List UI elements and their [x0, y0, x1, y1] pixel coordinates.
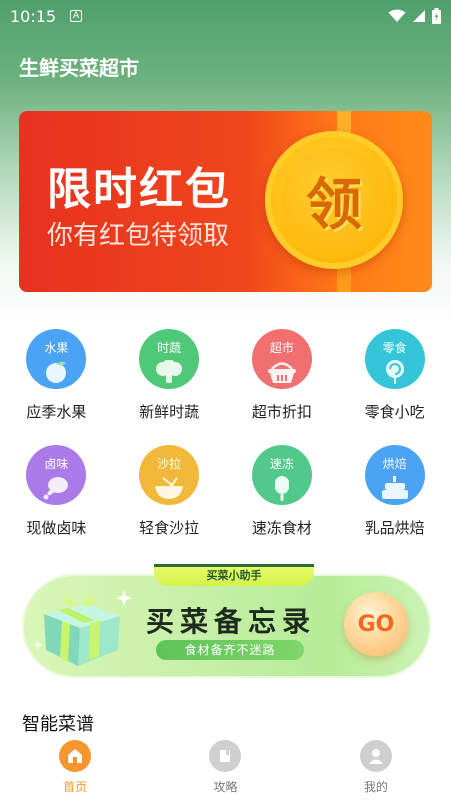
category-salad-badge: 沙拉: [139, 445, 200, 505]
notification-icon: A: [70, 10, 83, 22]
peach-icon: [46, 361, 67, 383]
gift-box-icon: [33, 590, 132, 666]
category-label: 应季水果: [26, 403, 87, 421]
nav-item-home[interactable]: 首页: [0, 734, 150, 801]
red-packet-banner[interactable]: 限时红包 你有红包待领取 领: [19, 111, 432, 292]
category-fruit-badge: 水果: [26, 329, 87, 389]
section-title-smart-recipes: 智能菜谱: [22, 714, 94, 735]
promo-subtitle-pill: 食材备齐不迷路: [156, 640, 304, 660]
user-icon: [359, 740, 392, 772]
category-snacks-badge: 零食: [364, 329, 425, 389]
nav-item-profile[interactable]: 我的: [301, 734, 451, 801]
category-vegetables-badge: 时蔬: [139, 329, 200, 389]
category-item-salad[interactable]: 沙拉 轻食沙拉: [113, 441, 226, 545]
category-label: 速冻食材: [251, 519, 312, 537]
category-tag: 超市: [269, 341, 294, 355]
nav-label: 我的: [363, 780, 388, 794]
battery-icon: [432, 8, 441, 24]
popsicle-icon: [274, 476, 289, 501]
promo-title: 买菜备忘录: [146, 605, 317, 638]
category-grid: 水果 应季水果 时蔬 新鲜时蔬 超市 超市折扣 零食 零食小吃 卤味 现做卤味 …: [0, 325, 451, 545]
nav-label: 首页: [63, 780, 88, 794]
salad-bowl-icon: [155, 477, 184, 499]
nav-label: 攻略: [213, 780, 238, 794]
book-icon: [209, 740, 242, 772]
promo-tab-label: 买菜小助手: [154, 564, 314, 586]
cake-icon: [381, 476, 408, 499]
wifi-icon: [388, 9, 406, 22]
category-item-braised[interactable]: 卤味 现做卤味: [0, 441, 113, 545]
category-braised-badge: 卤味: [26, 445, 87, 505]
shopping-memo-banner[interactable]: 买菜小助手 买菜备忘录 食材备齐不迷路 GO: [22, 564, 431, 678]
status-indicators: [388, 8, 441, 24]
category-label: 零食小吃: [364, 403, 425, 421]
category-item-snacks[interactable]: 零食 零食小吃: [338, 325, 451, 441]
home-icon: [59, 740, 92, 772]
category-supermarket-badge: 超市: [251, 329, 312, 389]
category-tag: 卤味: [44, 457, 69, 471]
category-frozen-badge: 速冻: [251, 445, 312, 505]
banner-title: 限时红包: [47, 164, 231, 215]
banner-subtitle: 你有红包待领取: [47, 221, 230, 251]
category-item-frozen[interactable]: 速冻 速冻食材: [226, 441, 339, 545]
lollipop-icon: [385, 360, 404, 384]
category-tag: 速冻: [269, 457, 294, 471]
cellular-signal-icon: [413, 10, 425, 22]
go-button[interactable]: GO: [344, 592, 408, 656]
status-bar: 10:15 A: [0, 0, 451, 32]
category-label: 超市折扣: [251, 403, 312, 421]
page-title: 生鲜买菜超市: [19, 56, 139, 80]
category-label: 轻食沙拉: [139, 519, 200, 537]
category-item-vegetables[interactable]: 时蔬 新鲜时蔬: [113, 325, 226, 441]
category-label: 现做卤味: [26, 519, 87, 537]
category-item-bakery[interactable]: 烘焙 乳品烘焙: [338, 441, 451, 545]
category-tag: 烘焙: [382, 457, 407, 471]
drumstick-icon: [43, 477, 69, 500]
category-bakery-badge: 烘焙: [364, 445, 425, 505]
basket-icon: [267, 362, 296, 383]
claim-coin-label: 领: [282, 148, 386, 252]
category-label: 新鲜时蔬: [139, 403, 200, 421]
category-item-fruit[interactable]: 水果 应季水果: [0, 325, 113, 441]
category-label: 乳品烘焙: [364, 519, 425, 537]
status-time: 10:15: [10, 6, 57, 26]
category-tag: 时蔬: [157, 341, 182, 355]
category-item-supermarket[interactable]: 超市 超市折扣: [226, 325, 339, 441]
broccoli-icon: [156, 360, 183, 383]
category-tag: 沙拉: [157, 457, 182, 471]
nav-item-guide[interactable]: 攻略: [150, 734, 300, 801]
claim-coin-button[interactable]: 领: [265, 131, 403, 269]
bottom-navigation: 首页 攻略 我的: [0, 734, 451, 801]
category-tag: 零食: [382, 341, 407, 355]
category-tag: 水果: [44, 341, 69, 355]
